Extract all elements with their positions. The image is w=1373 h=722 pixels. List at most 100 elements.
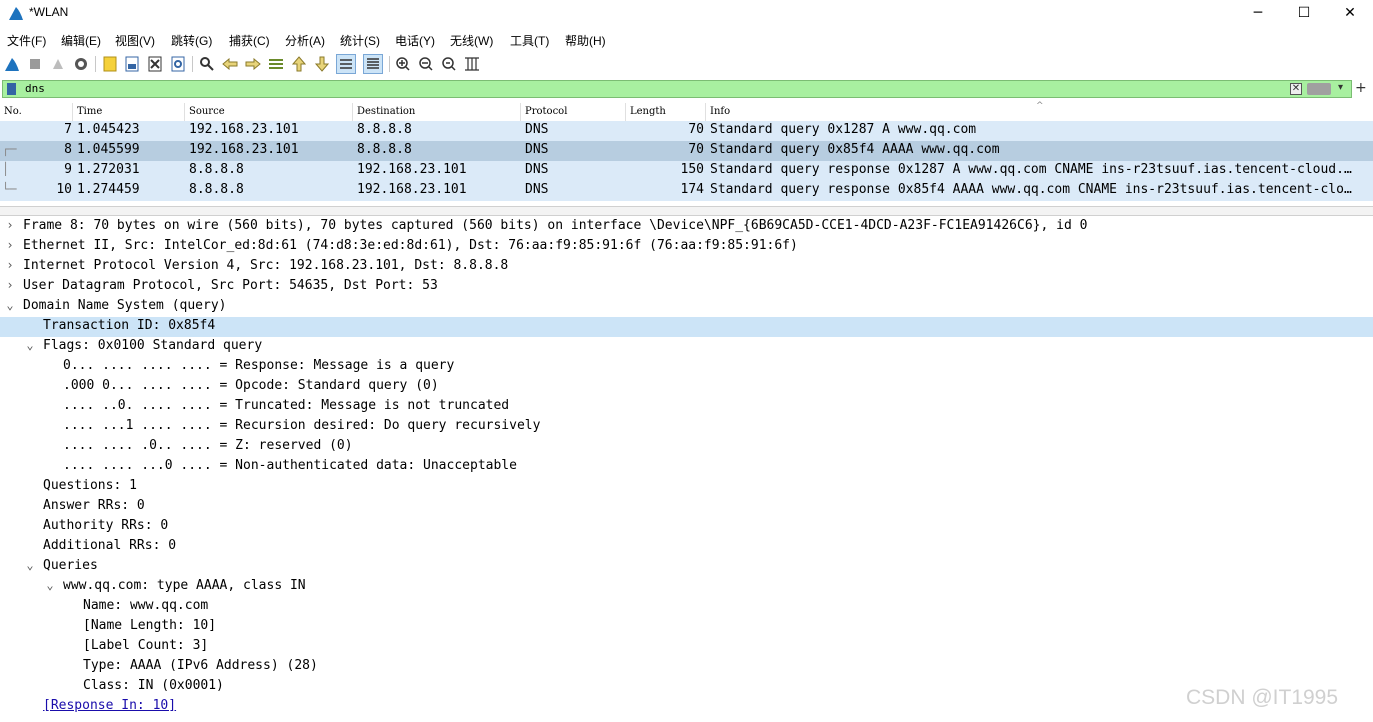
menu-view[interactable]: 视图(V) — [115, 32, 155, 49]
detail-query-label-count[interactable]: [Label Count: 3] — [0, 637, 1373, 657]
maximize-button[interactable]: ☐ — [1281, 0, 1327, 26]
collapse-arrow-icon[interactable]: ⌄ — [4, 298, 16, 312]
detail-queries[interactable]: ⌄ Queries — [0, 557, 1373, 577]
packet-row[interactable]: │ 9 1.272031 8.8.8.8 192.168.23.101 DNS … — [0, 161, 1373, 181]
normal-size-icon[interactable] — [439, 54, 459, 74]
detail-transaction-id[interactable]: Transaction ID: 0x85f4 — [0, 317, 1373, 337]
clear-filter-icon[interactable]: ✕ — [1290, 83, 1302, 95]
column-divider[interactable] — [705, 103, 706, 121]
menu-statistics[interactable]: 统计(S) — [340, 32, 380, 49]
menu-edit[interactable]: 编辑(E) — [61, 32, 101, 49]
reload-icon[interactable] — [168, 54, 188, 74]
menu-tools[interactable]: 工具(T) — [510, 32, 549, 49]
menu-wireless[interactable]: 无线(W) — [450, 32, 493, 49]
save-file-icon[interactable] — [122, 54, 142, 74]
colorize-icon[interactable] — [363, 54, 383, 74]
detail-text: .... .... .0.. .... = Z: reserved (0) — [63, 438, 353, 453]
packet-destination: 192.168.23.101 — [357, 162, 467, 177]
detail-flag-z[interactable]: .... .... .0.. .... = Z: reserved (0) — [0, 437, 1373, 457]
first-packet-icon[interactable] — [289, 54, 309, 74]
detail-query-class[interactable]: Class: IN (0x0001) — [0, 677, 1373, 697]
column-divider[interactable] — [520, 103, 521, 121]
close-button[interactable]: ✕ — [1327, 0, 1373, 26]
detail-text: Answer RRs: 0 — [43, 498, 145, 513]
detail-query-name-length[interactable]: [Name Length: 10] — [0, 617, 1373, 637]
detail-additional-rrs[interactable]: Additional RRs: 0 — [0, 537, 1373, 557]
packet-source: 8.8.8.8 — [189, 162, 244, 177]
packet-row-selected[interactable]: ┌─ 8 1.045599 192.168.23.101 8.8.8.8 DNS… — [0, 141, 1373, 161]
menu-go[interactable]: 跳转(G) — [171, 32, 212, 49]
display-filter-input[interactable]: dns — [25, 82, 45, 95]
display-filter-bar[interactable]: dns ✕ ▾ — [2, 80, 1352, 98]
detail-questions[interactable]: Questions: 1 — [0, 477, 1373, 497]
detail-query-entry[interactable]: ⌄ www.qq.com: type AAAA, class IN — [0, 577, 1373, 597]
apply-filter-icon[interactable] — [1307, 83, 1331, 95]
add-filter-button[interactable]: + — [1355, 80, 1367, 96]
menu-help[interactable]: 帮助(H) — [565, 32, 606, 49]
expand-arrow-icon[interactable]: › — [4, 278, 16, 292]
pane-splitter[interactable] — [0, 206, 1373, 216]
minimize-button[interactable]: ─ — [1235, 0, 1281, 26]
detail-flag-response[interactable]: 0... .... .... .... = Response: Message … — [0, 357, 1373, 377]
column-header-source[interactable]: Source — [189, 106, 225, 120]
go-forward-icon[interactable] — [243, 54, 263, 74]
bookmark-icon[interactable] — [7, 83, 16, 95]
menu-analyze[interactable]: 分析(A) — [285, 32, 325, 49]
column-divider[interactable] — [184, 103, 185, 121]
detail-authority-rrs[interactable]: Authority RRs: 0 — [0, 517, 1373, 537]
detail-response-in[interactable]: [Response In: 10] — [0, 697, 1373, 717]
detail-flags[interactable]: ⌄ Flags: 0x0100 Standard query — [0, 337, 1373, 357]
detail-flag-recursion[interactable]: .... ...1 .... .... = Recursion desired:… — [0, 417, 1373, 437]
open-file-icon[interactable] — [100, 54, 120, 74]
auto-scroll-icon[interactable] — [336, 54, 356, 74]
detail-query-name[interactable]: Name: www.qq.com — [0, 597, 1373, 617]
column-header-protocol[interactable]: Protocol — [525, 106, 567, 120]
collapse-arrow-icon[interactable]: ⌄ — [24, 338, 36, 352]
go-back-icon[interactable] — [220, 54, 240, 74]
packet-row[interactable]: 7 1.045423 192.168.23.101 8.8.8.8 DNS 70… — [0, 121, 1373, 141]
expand-arrow-icon[interactable]: › — [4, 218, 16, 232]
detail-frame[interactable]: › Frame 8: 70 bytes on wire (560 bits), … — [0, 217, 1373, 237]
column-divider[interactable] — [352, 103, 353, 121]
zoom-out-icon[interactable] — [416, 54, 436, 74]
detail-flag-truncated[interactable]: .... ..0. .... .... = Truncated: Message… — [0, 397, 1373, 417]
menu-capture[interactable]: 捕获(C) — [229, 32, 270, 49]
detail-query-type[interactable]: Type: AAAA (IPv6 Address) (28) — [0, 657, 1373, 677]
packet-row[interactable]: └─ 10 1.274459 8.8.8.8 192.168.23.101 DN… — [0, 181, 1373, 201]
detail-ipv4[interactable]: › Internet Protocol Version 4, Src: 192.… — [0, 257, 1373, 277]
close-file-icon[interactable] — [145, 54, 165, 74]
menu-telephony[interactable]: 电话(Y) — [395, 32, 435, 49]
detail-flag-opcode[interactable]: .000 0... .... .... = Opcode: Standard q… — [0, 377, 1373, 397]
menu-file[interactable]: 文件(F) — [7, 32, 46, 49]
collapse-arrow-icon[interactable]: ⌄ — [44, 578, 56, 592]
capture-options-icon[interactable] — [71, 54, 91, 74]
column-header-destination[interactable]: Destination — [357, 106, 415, 120]
packet-destination: 8.8.8.8 — [357, 122, 412, 137]
expand-arrow-icon[interactable]: › — [4, 258, 16, 272]
find-icon[interactable] — [197, 54, 217, 74]
packet-time: 1.045423 — [77, 122, 140, 137]
column-header-length[interactable]: Length — [630, 106, 666, 120]
last-packet-icon[interactable] — [312, 54, 332, 74]
detail-dns[interactable]: ⌄ Domain Name System (query) — [0, 297, 1373, 317]
go-to-packet-icon[interactable] — [266, 54, 286, 74]
detail-answer-rrs[interactable]: Answer RRs: 0 — [0, 497, 1373, 517]
filter-history-dropdown-icon[interactable]: ▾ — [1338, 82, 1343, 93]
detail-text: Additional RRs: 0 — [43, 538, 177, 553]
shark-fin-start-icon[interactable] — [2, 54, 22, 74]
column-header-info[interactable]: Info — [710, 106, 730, 120]
column-divider[interactable] — [72, 103, 73, 121]
detail-udp[interactable]: › User Datagram Protocol, Src Port: 5463… — [0, 277, 1373, 297]
response-in-link[interactable]: [Response In: 10] — [43, 698, 176, 713]
zoom-in-icon[interactable] — [393, 54, 413, 74]
detail-ethernet[interactable]: › Ethernet II, Src: IntelCor_ed:8d:61 (7… — [0, 237, 1373, 257]
detail-flag-non-auth[interactable]: .... .... ...0 .... = Non-authenticated … — [0, 457, 1373, 477]
stop-icon[interactable] — [25, 54, 45, 74]
column-divider[interactable] — [625, 103, 626, 121]
column-header-time[interactable]: Time — [77, 106, 102, 120]
resize-columns-icon[interactable] — [462, 54, 482, 74]
collapse-arrow-icon[interactable]: ⌄ — [24, 558, 36, 572]
restart-icon[interactable] — [48, 54, 68, 74]
column-header-no[interactable]: No. — [4, 106, 22, 120]
expand-arrow-icon[interactable]: › — [4, 238, 16, 252]
